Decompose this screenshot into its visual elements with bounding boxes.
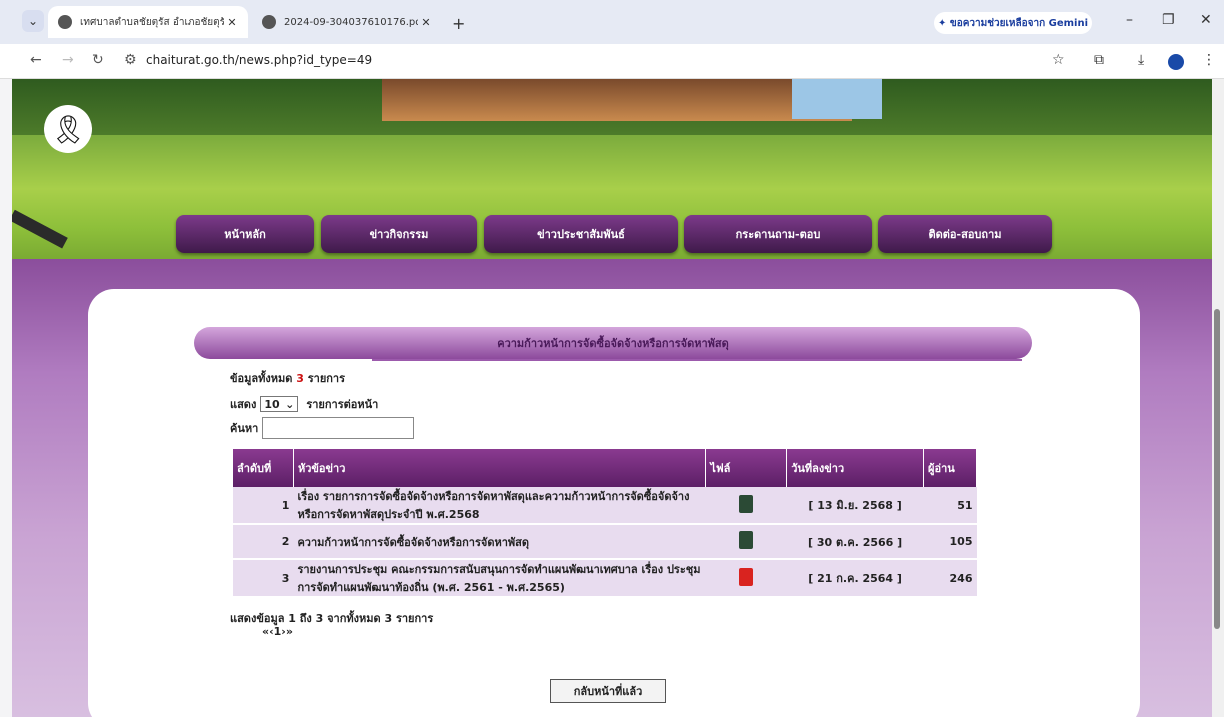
tab-title: 2024-09-304037610176.pdf	[284, 16, 418, 28]
sparkle-icon: ✦	[937, 17, 950, 29]
page-size-select[interactable]: 10 ⌄	[260, 396, 299, 412]
restore-icon[interactable]: ❐	[1162, 12, 1175, 28]
row-reads: 51	[923, 487, 977, 525]
row-date: [ 30 ต.ค. 2566 ]	[786, 524, 924, 560]
tab-pdf[interactable]: 2024-09-304037610176.pdf ✕	[252, 6, 442, 38]
col-file-header[interactable]: ไฟล์	[705, 449, 788, 487]
pagination-links[interactable]: «‹1›»	[262, 625, 293, 638]
extensions-icon[interactable]: ⧉	[1094, 52, 1104, 68]
web-page: 🎗 หน้าหลัก ข่าวกิจกรรม ข่าวประชาสัมพันธ์…	[12, 79, 1212, 717]
browser-toolbar: ← → ↻ ⚙ chaiturat.go.th/news.php?id_type…	[0, 44, 1224, 79]
col-reads-header[interactable]: ผู้อ่าน	[923, 449, 977, 487]
table-row[interactable]: 3 รายงานการประชุม คณะกรรมการสนับสนุนการจ…	[233, 559, 977, 598]
nav-activities[interactable]: ข่าวกิจกรรม	[321, 215, 477, 253]
nav-qa-board[interactable]: กระดานถาม-ตอบ	[684, 215, 872, 253]
page-size-value: 10	[264, 397, 280, 411]
sky-image	[792, 79, 882, 119]
excel-file-icon[interactable]	[739, 531, 754, 549]
gemini-label: ขอความช่วยเหลือจาก Gemini	[949, 17, 1089, 29]
excel-file-icon[interactable]	[739, 494, 754, 513]
browser-tab-strip: ⌄ เทศบาลตำบลชัยตุรัส อำเภอชัยตุรัส จั ✕ …	[0, 0, 1224, 44]
scrollbar-thumb[interactable]	[1214, 309, 1220, 629]
mourning-ribbon-icon: 🎗	[44, 105, 92, 153]
back-button[interactable]: กลับหน้าที่แล้ว	[550, 679, 666, 703]
tab-title: เทศบาลตำบลชัยตุรัส อำเภอชัยตุรัส จั	[80, 16, 224, 28]
row-title-link[interactable]: รายงานการประชุม คณะกรรมการสนับสนุนการจัด…	[293, 559, 706, 598]
search-label: ค้นหา	[230, 422, 259, 435]
mourning-sash	[12, 209, 68, 249]
nav-announcements[interactable]: ข่าวประชาสัมพันธ์	[484, 215, 678, 253]
window-close-icon[interactable]: ✕	[1200, 12, 1212, 28]
row-reads: 246	[923, 559, 977, 598]
show-label: แสดง	[230, 398, 257, 411]
col-date-header[interactable]: วันที่ลงข่าว	[786, 449, 925, 487]
close-icon[interactable]: ✕	[418, 16, 434, 29]
nav-contact[interactable]: ติดต่อ-สอบถาม	[878, 215, 1052, 253]
address-bar[interactable]: chaiturat.go.th/news.php?id_type=49	[146, 53, 372, 67]
site-info-icon[interactable]: ⚙	[124, 52, 137, 68]
row-title-link[interactable]: เรื่อง รายการการจัดซื้อจัดจ้างหรือการจัด…	[293, 487, 706, 525]
row-date: [ 13 มิ.ย. 2568 ]	[786, 487, 924, 525]
avatar[interactable]	[1168, 54, 1184, 70]
row-date: [ 21 ก.ค. 2564 ]	[786, 559, 924, 598]
col-title-header[interactable]: หัวข้อข่าว	[293, 449, 707, 487]
section-title: ความก้าวหน้าการจัดซื้อจัดจ้างหรือการจัดห…	[194, 327, 1032, 359]
file-cell[interactable]	[705, 559, 787, 598]
row-index: 2	[233, 524, 294, 560]
search-control: ค้นหา	[230, 417, 415, 439]
total-number: 3	[296, 372, 304, 385]
table-row[interactable]: 2 ความก้าวหน้าการจัดซื้อจัดจ้างหรือการจั…	[233, 524, 977, 560]
row-title-link[interactable]: ความก้าวหน้าการจัดซื้อจัดจ้างหรือการจัดห…	[293, 524, 706, 560]
pagination-info: แสดงข้อมูล 1 ถึง 3 จากทั้งหมด 3 รายการ	[230, 612, 434, 625]
tab-active[interactable]: เทศบาลตำบลชัยตุรัส อำเภอชัยตุรัส จั ✕	[48, 6, 248, 38]
download-icon[interactable]: ⤓	[1138, 52, 1144, 68]
table-row[interactable]: 1 เรื่อง รายการการจัดซื้อจัดจ้างหรือการจ…	[233, 487, 977, 525]
globe-icon	[58, 15, 72, 29]
divider	[372, 359, 1022, 361]
col-index-header[interactable]: ลำดับที่	[233, 449, 294, 487]
row-index: 3	[233, 559, 294, 598]
file-cell[interactable]	[705, 524, 787, 560]
globe-icon	[262, 15, 276, 29]
row-reads: 105	[923, 524, 977, 560]
nav-home[interactable]: หน้าหลัก	[176, 215, 314, 253]
tab-search-icon[interactable]: ⌄	[22, 10, 44, 32]
building-image	[382, 79, 852, 121]
page-size-control: แสดง 10 ⌄ รายการต่อหน้า	[230, 395, 378, 413]
total-unit: รายการ	[307, 372, 346, 385]
forward-arrow-icon[interactable]: →	[62, 52, 74, 68]
per-page-label: รายการต่อหน้า	[306, 398, 379, 411]
file-cell[interactable]	[705, 487, 787, 525]
news-table: ลำดับที่ หัวข้อข่าว ไฟล์ วันที่ลงข่าว ผู…	[233, 449, 977, 598]
minimize-icon[interactable]: –	[1126, 12, 1133, 28]
star-icon[interactable]: ☆	[1052, 52, 1065, 68]
pdf-file-icon[interactable]	[739, 567, 754, 586]
close-icon[interactable]: ✕	[224, 16, 240, 29]
scrollbar[interactable]	[1212, 79, 1224, 717]
chevron-down-icon: ⌄	[285, 397, 295, 411]
gemini-button[interactable]: ✦ ขอความช่วยเหลือจาก Gemini	[934, 12, 1092, 34]
row-index: 1	[233, 487, 294, 525]
back-arrow-icon[interactable]: ←	[30, 52, 42, 68]
total-count: ข้อมูลทั้งหมด 3 รายการ	[230, 369, 345, 387]
kebab-menu-icon[interactable]: ⋮	[1202, 52, 1216, 68]
reload-icon[interactable]: ↻	[92, 52, 104, 68]
new-tab-icon[interactable]: +	[452, 14, 465, 33]
total-label: ข้อมูลทั้งหมด	[230, 372, 293, 385]
table-header-row: ลำดับที่ หัวข้อข่าว ไฟล์ วันที่ลงข่าว ผู…	[233, 449, 977, 487]
search-input[interactable]	[262, 417, 415, 439]
